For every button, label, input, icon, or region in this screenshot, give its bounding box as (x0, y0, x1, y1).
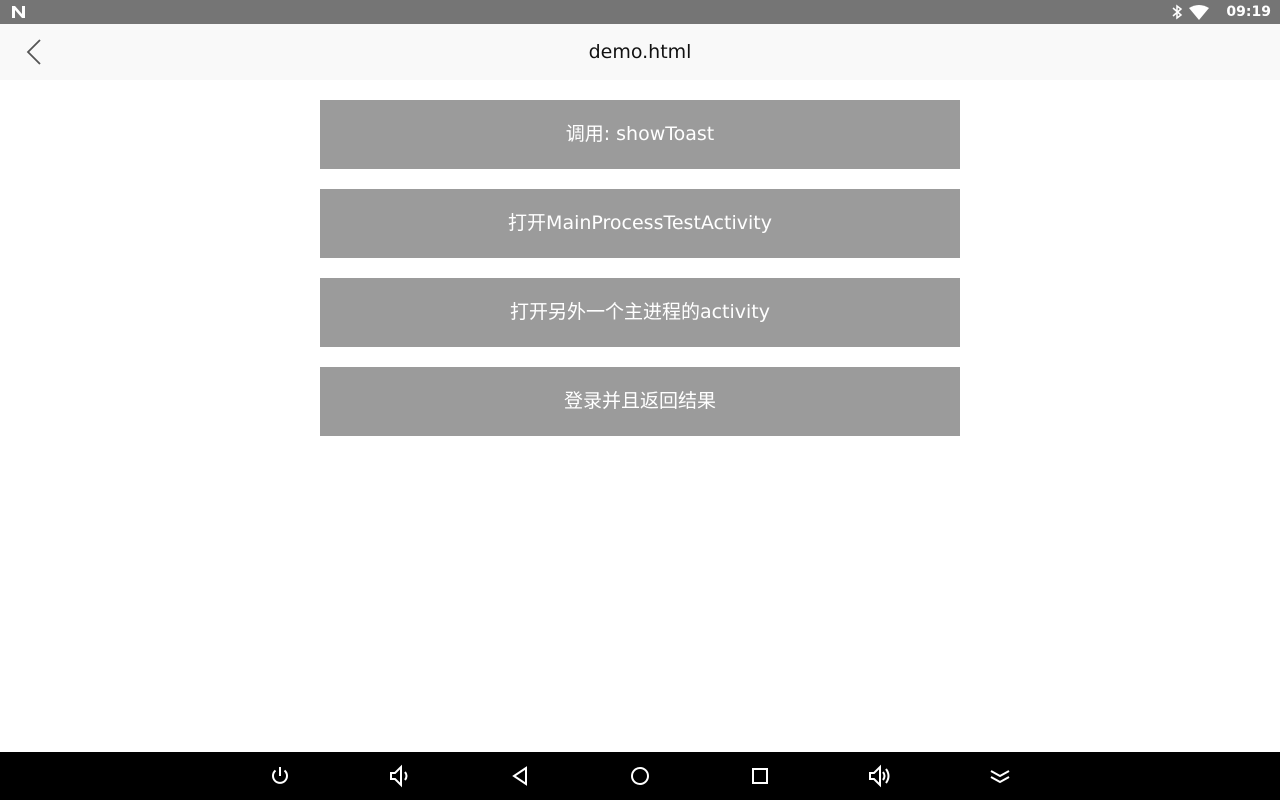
bluetooth-icon (1172, 4, 1183, 20)
open-other-main-process-activity-button[interactable]: 打开另外一个主进程的activity (320, 278, 960, 347)
volume-up-icon[interactable] (868, 764, 892, 788)
page-title: demo.html (588, 41, 692, 63)
status-clock: 09:19 (1226, 4, 1271, 20)
back-icon[interactable] (508, 764, 532, 788)
button-list: 调用: showToast 打开MainProcessTestActivity … (320, 100, 960, 456)
app-bar: demo.html (0, 24, 1280, 80)
recents-icon[interactable] (748, 764, 772, 788)
status-bar: 09:19 (0, 0, 1280, 24)
power-icon[interactable] (268, 764, 292, 788)
hide-nav-icon[interactable] (988, 764, 1012, 788)
navigation-bar (0, 752, 1280, 800)
home-icon[interactable] (628, 764, 652, 788)
login-and-return-result-button[interactable]: 登录并且返回结果 (320, 367, 960, 436)
volume-down-icon[interactable] (387, 764, 411, 788)
wifi-icon (1189, 5, 1209, 20)
open-main-process-test-activity-button[interactable]: 打开MainProcessTestActivity (320, 189, 960, 258)
show-toast-button[interactable]: 调用: showToast (320, 100, 960, 169)
n-notification-icon (12, 6, 25, 18)
